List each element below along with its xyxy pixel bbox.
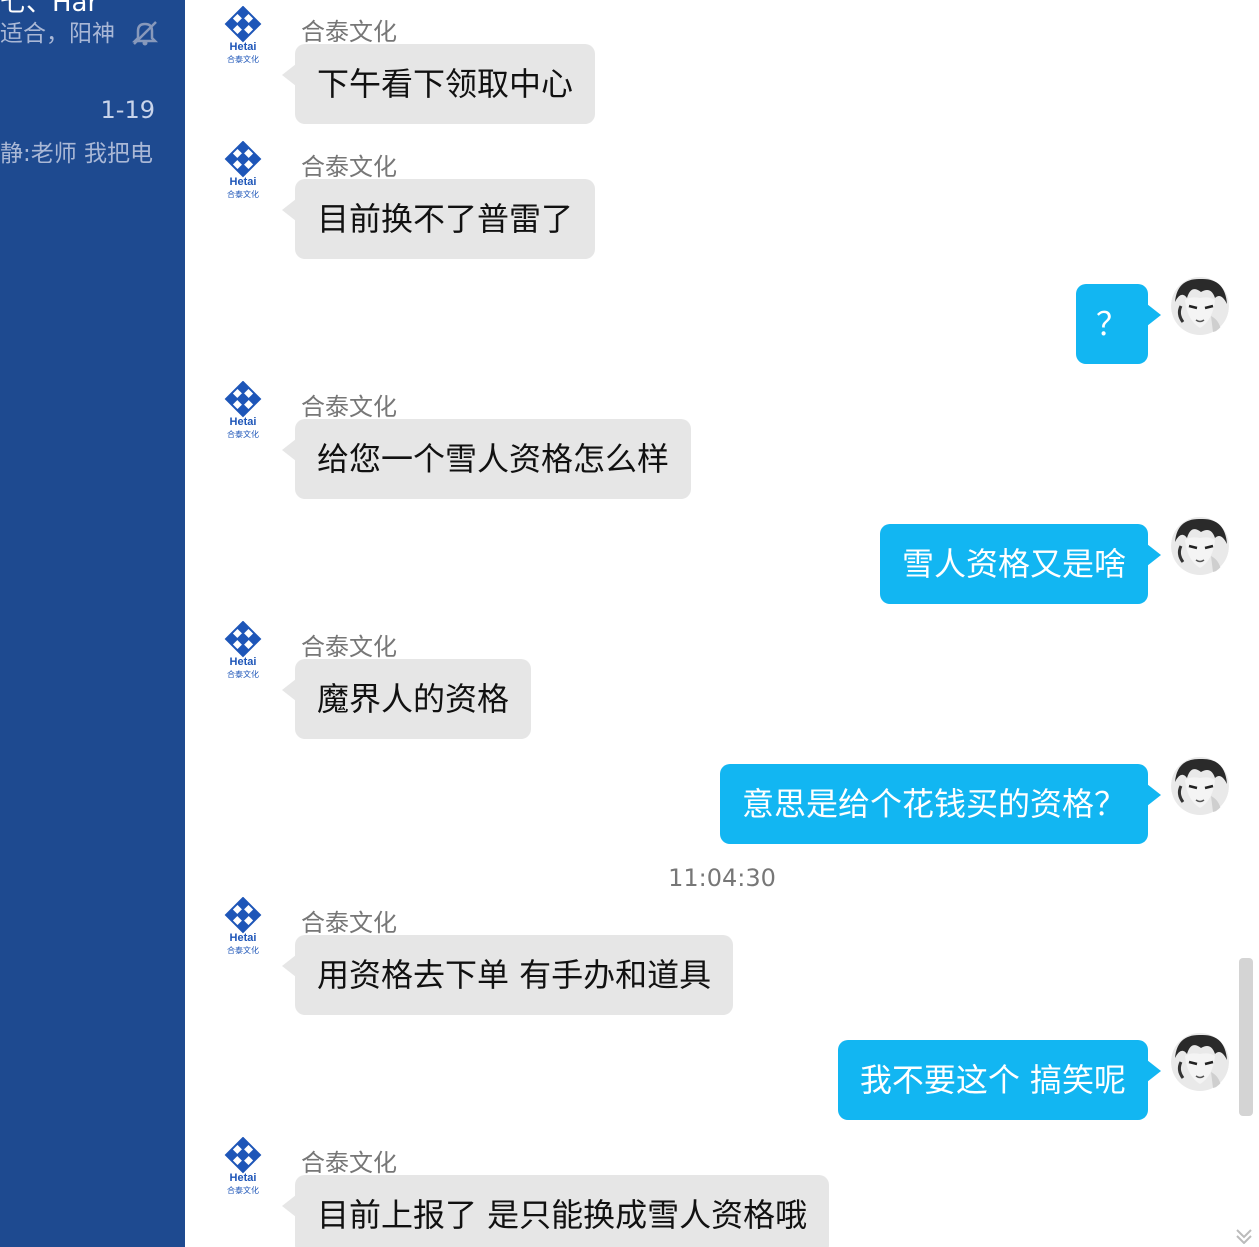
- sender-name: 合泰文化: [301, 153, 397, 181]
- svg-text:Hetai: Hetai: [230, 41, 257, 53]
- svg-text:合泰文化: 合泰文化: [227, 429, 259, 439]
- message-timestamp: 11:04:30: [668, 864, 776, 892]
- user-avatar-icon[interactable]: [1171, 1032, 1229, 1092]
- outgoing-message[interactable]: 我不要这个 搞笑呢: [837, 1040, 1162, 1120]
- svg-text:合泰文化: 合泰文化: [227, 189, 259, 199]
- sender-name: 合泰文化: [301, 909, 397, 937]
- svg-text:Hetai: Hetai: [230, 932, 257, 944]
- bell-slash-icon: [130, 18, 160, 48]
- chat-message-area[interactable]: Hetai 合泰文化 合泰文化 下午看下领取中心 Hetai 合泰文化 合泰文化…: [185, 0, 1259, 1247]
- hetai-logo-icon[interactable]: Hetai 合泰文化: [221, 897, 265, 959]
- outgoing-message[interactable]: 意思是给个花钱买的资格？: [719, 764, 1162, 844]
- user-avatar-icon[interactable]: [1171, 756, 1229, 816]
- svg-text:合泰文化: 合泰文化: [227, 54, 259, 64]
- sender-name: 合泰文化: [301, 393, 397, 421]
- user-avatar-icon[interactable]: [1171, 276, 1229, 336]
- incoming-message[interactable]: 下午看下领取中心: [281, 44, 596, 124]
- hetai-logo-icon[interactable]: Hetai 合泰文化: [221, 381, 265, 443]
- svg-text:合泰文化: 合泰文化: [227, 669, 259, 679]
- incoming-message[interactable]: 魔界人的资格: [281, 659, 532, 739]
- chevron-down-icon[interactable]: [1233, 1224, 1255, 1245]
- conversation-preview[interactable]: 静:老师 我把电: [0, 134, 153, 168]
- outgoing-message[interactable]: ？: [1075, 284, 1162, 364]
- hetai-logo-icon[interactable]: Hetai 合泰文化: [221, 6, 265, 68]
- svg-text:合泰文化: 合泰文化: [227, 945, 259, 955]
- sender-name: 合泰文化: [301, 1149, 397, 1177]
- hetai-logo-icon[interactable]: Hetai 合泰文化: [221, 621, 265, 683]
- svg-text:Hetai: Hetai: [230, 656, 257, 668]
- hetai-logo-icon[interactable]: Hetai 合泰文化: [221, 1137, 265, 1199]
- conversation-preview[interactable]: 适合，阳神: [0, 14, 115, 48]
- hetai-logo-icon[interactable]: Hetai 合泰文化: [221, 141, 265, 203]
- incoming-message[interactable]: 目前上报了 是只能换成雪人资格哦: [281, 1175, 830, 1247]
- scrollbar-thumb[interactable]: [1239, 958, 1253, 1116]
- outgoing-message[interactable]: 雪人资格又是啥: [879, 524, 1162, 604]
- scrollbar[interactable]: [1237, 0, 1259, 1247]
- incoming-message[interactable]: 给您一个雪人资格怎么样: [281, 419, 692, 499]
- conversation-date: 1-19: [100, 96, 155, 124]
- svg-text:合泰文化: 合泰文化: [227, 1185, 259, 1195]
- svg-text:Hetai: Hetai: [230, 416, 257, 428]
- incoming-message[interactable]: 目前换不了普雷了: [281, 179, 596, 259]
- sender-name: 合泰文化: [301, 633, 397, 661]
- user-avatar-icon[interactable]: [1171, 516, 1229, 576]
- svg-text:Hetai: Hetai: [230, 176, 257, 188]
- sender-name: 合泰文化: [301, 18, 397, 46]
- conversation-sidebar: 七、Har 适合，阳神 1-19 静:老师 我把电: [0, 0, 185, 1247]
- incoming-message[interactable]: 用资格去下单 有手办和道具: [281, 935, 734, 1015]
- svg-text:Hetai: Hetai: [230, 1172, 257, 1184]
